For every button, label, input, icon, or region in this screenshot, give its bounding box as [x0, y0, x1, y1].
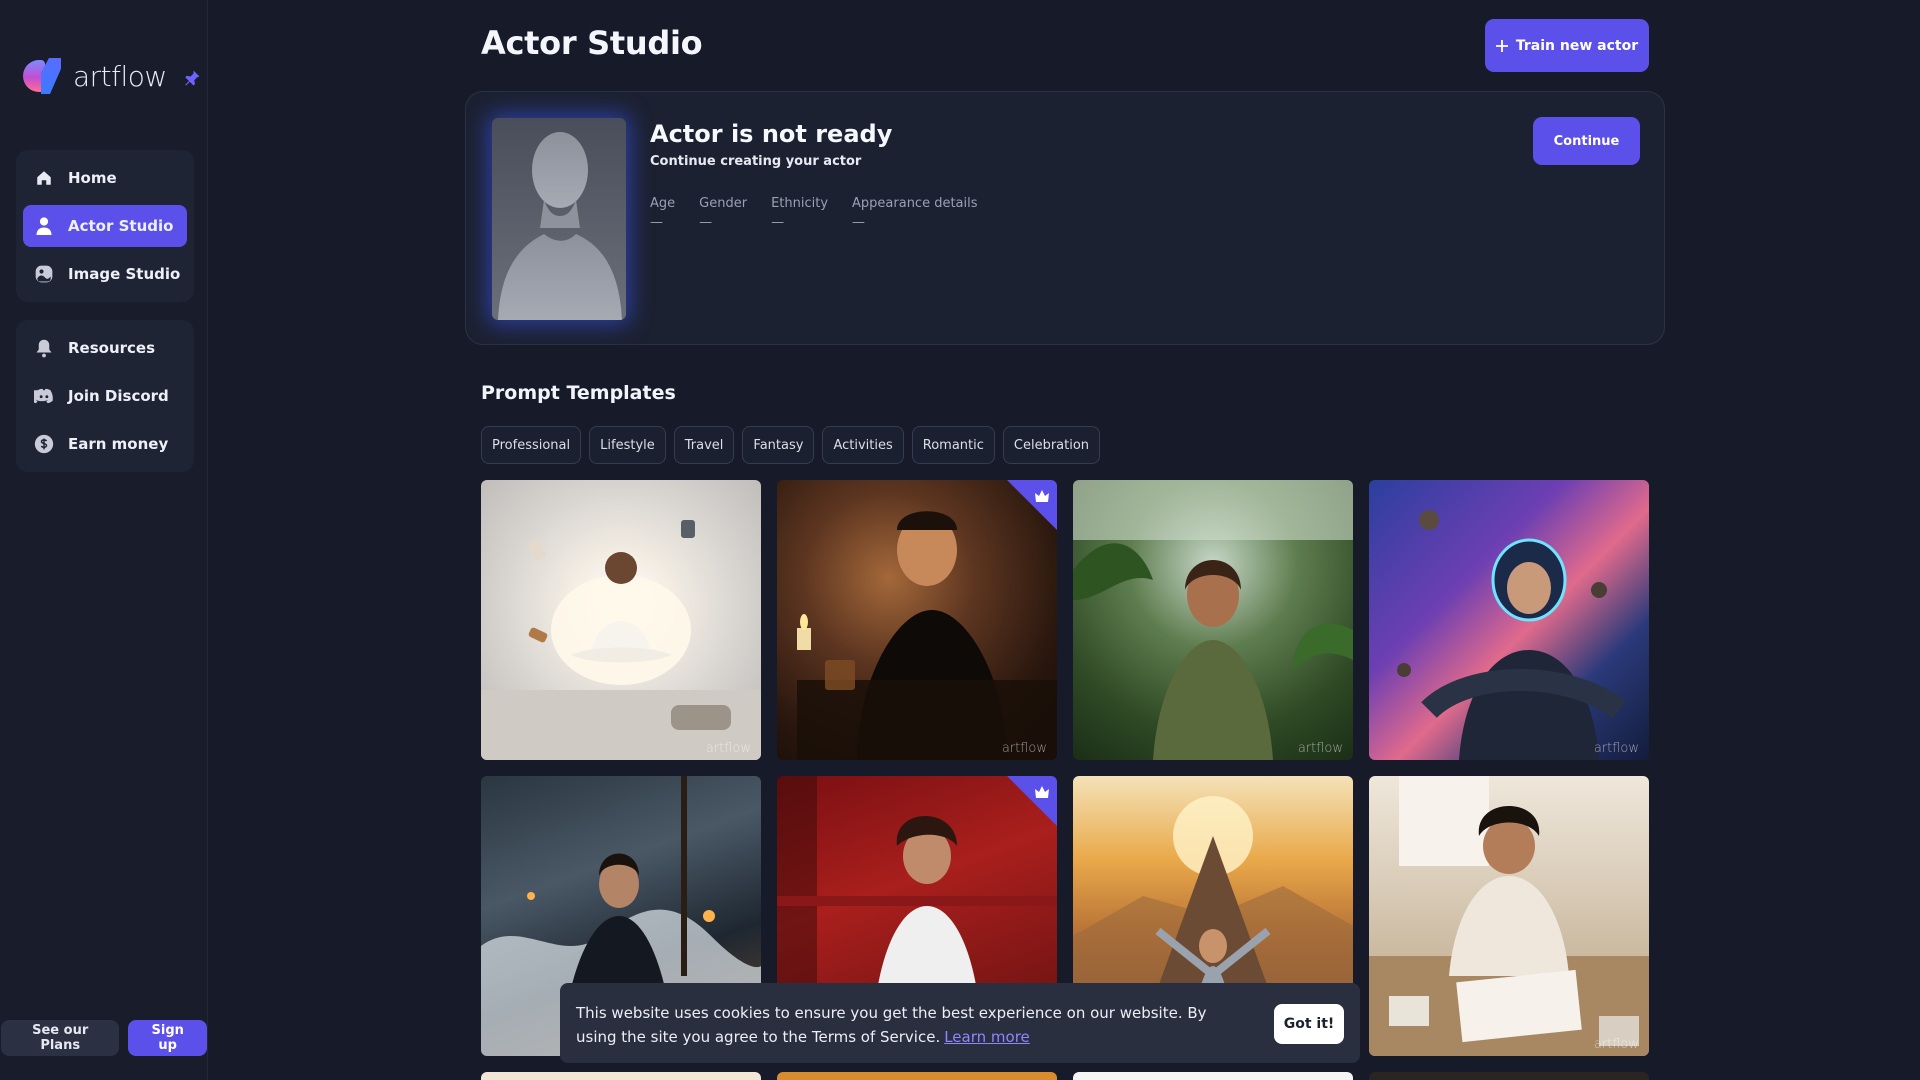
- nav-item-resources[interactable]: Resources: [23, 327, 187, 369]
- candlelit-man-illustration: [797, 511, 1057, 760]
- attribute-label: Age: [650, 196, 676, 211]
- cookie-message: This website uses cookies to ensure you …: [576, 1001, 1226, 1049]
- chip-activities[interactable]: Activities: [822, 426, 904, 464]
- sidebar: artflow Home Actor Studio Image Studio R…: [0, 0, 208, 1080]
- bell-icon: [34, 338, 54, 358]
- prompt-templates-title: Prompt Templates: [481, 382, 676, 404]
- actor-status-title: Actor is not ready: [650, 120, 893, 148]
- artflow-logo[interactable]: artflow: [23, 58, 201, 94]
- attribute-value: —: [852, 215, 866, 230]
- nav-item-join-discord[interactable]: Join Discord: [23, 375, 187, 417]
- attribute-age: Age —: [650, 196, 675, 230]
- page-title: Actor Studio: [481, 24, 703, 62]
- greenhouse-woman-illustration: [1073, 480, 1353, 760]
- meditation-scene-illustration: [481, 520, 761, 760]
- chip-romantic[interactable]: Romantic: [911, 426, 995, 464]
- attribute-label: Ethnicity: [771, 196, 829, 211]
- cookie-banner: This website uses cookies to ensure you …: [560, 983, 1360, 1063]
- watermark: artflow: [1593, 741, 1639, 756]
- nav-item-actor-studio[interactable]: Actor Studio: [23, 205, 187, 247]
- primary-nav: Home Actor Studio Image Studio: [16, 150, 194, 302]
- image-studio-icon: [34, 264, 54, 284]
- template-tile-meditation[interactable]: artflow: [481, 480, 761, 760]
- template-tile-row3-4[interactable]: [1369, 1072, 1649, 1080]
- got-it-button[interactable]: Got it!: [1274, 1004, 1344, 1044]
- attribute-value: —: [771, 215, 785, 230]
- account-actions: See our Plans Sign up: [1, 1020, 207, 1056]
- nav-item-label: Actor Studio: [68, 217, 174, 235]
- sign-up-button[interactable]: Sign up: [128, 1020, 207, 1056]
- nav-item-earn-money[interactable]: Earn money: [23, 423, 187, 465]
- nav-item-home[interactable]: Home: [23, 157, 187, 199]
- logo-text: artflow: [73, 59, 167, 93]
- pin-icon[interactable]: [183, 69, 201, 87]
- secondary-nav: Resources Join Discord Earn money: [16, 320, 194, 472]
- watermark: artflow: [1593, 1037, 1639, 1052]
- space-pilot-illustration: [1397, 510, 1626, 760]
- watermark: artflow: [1297, 741, 1343, 756]
- discord-icon: [34, 386, 54, 406]
- learn-more-link[interactable]: Learn more: [944, 1028, 1030, 1046]
- mannequin-icon: [498, 132, 622, 320]
- cookie-text: This website uses cookies to ensure you …: [576, 1004, 1207, 1046]
- attribute-gender: Gender —: [699, 196, 747, 230]
- see-plans-button[interactable]: See our Plans: [1, 1020, 120, 1056]
- dollar-icon: [34, 434, 54, 454]
- plus-icon: [1495, 39, 1508, 52]
- scrapbook-woman-illustration: [1369, 776, 1649, 1056]
- template-category-chips: Professional Lifestyle Travel Fantasy Ac…: [481, 426, 1101, 464]
- chip-lifestyle[interactable]: Lifestyle: [589, 426, 666, 464]
- attribute-label: Gender: [699, 196, 748, 211]
- watermark: artflow: [705, 741, 751, 756]
- chip-fantasy[interactable]: Fantasy: [742, 426, 815, 464]
- home-icon: [34, 168, 54, 188]
- attribute-ethnicity: Ethnicity —: [771, 196, 828, 230]
- nav-item-label: Earn money: [68, 435, 169, 453]
- chip-travel[interactable]: Travel: [673, 426, 735, 464]
- actor-status-subtitle: Continue creating your actor: [650, 154, 862, 169]
- template-tile-space-pilot[interactable]: artflow: [1369, 480, 1649, 760]
- nav-item-image-studio[interactable]: Image Studio: [23, 253, 187, 295]
- watermark: artflow: [1001, 741, 1047, 756]
- actor-attributes: Age — Gender — Ethnicity — Appearance de…: [650, 196, 978, 230]
- template-tile-row3-3[interactable]: [1073, 1072, 1353, 1080]
- template-tile-row3-1[interactable]: [481, 1072, 761, 1080]
- chip-professional[interactable]: Professional: [481, 426, 582, 464]
- attribute-label: Appearance details: [852, 196, 978, 211]
- nav-item-label: Join Discord: [68, 387, 169, 405]
- crown-icon: [1035, 490, 1049, 502]
- crown-icon: [1035, 786, 1049, 798]
- attribute-value: —: [699, 215, 713, 230]
- person-icon: [34, 216, 54, 236]
- actor-status-card: Actor is not ready Continue creating you…: [465, 91, 1665, 345]
- attribute-value: —: [650, 215, 663, 230]
- train-new-actor-label: Train new actor: [1515, 37, 1639, 54]
- attribute-appearance: Appearance details —: [852, 196, 978, 230]
- continue-button[interactable]: Continue: [1533, 117, 1640, 165]
- nav-item-label: Home: [68, 169, 117, 187]
- chip-celebration[interactable]: Celebration: [1002, 426, 1101, 464]
- template-tile-greenhouse[interactable]: artflow: [1073, 480, 1353, 760]
- template-tile-row3-2[interactable]: [777, 1072, 1057, 1080]
- train-new-actor-button[interactable]: Train new actor: [1485, 19, 1649, 72]
- actor-placeholder-image: [492, 118, 626, 320]
- template-tile-scrapbook[interactable]: artflow: [1369, 776, 1649, 1056]
- template-tile-candlelit-man[interactable]: artflow: [777, 480, 1057, 760]
- nav-item-label: Image Studio: [68, 265, 181, 283]
- artflow-logo-mark-icon: [23, 58, 63, 94]
- nav-item-label: Resources: [68, 339, 156, 357]
